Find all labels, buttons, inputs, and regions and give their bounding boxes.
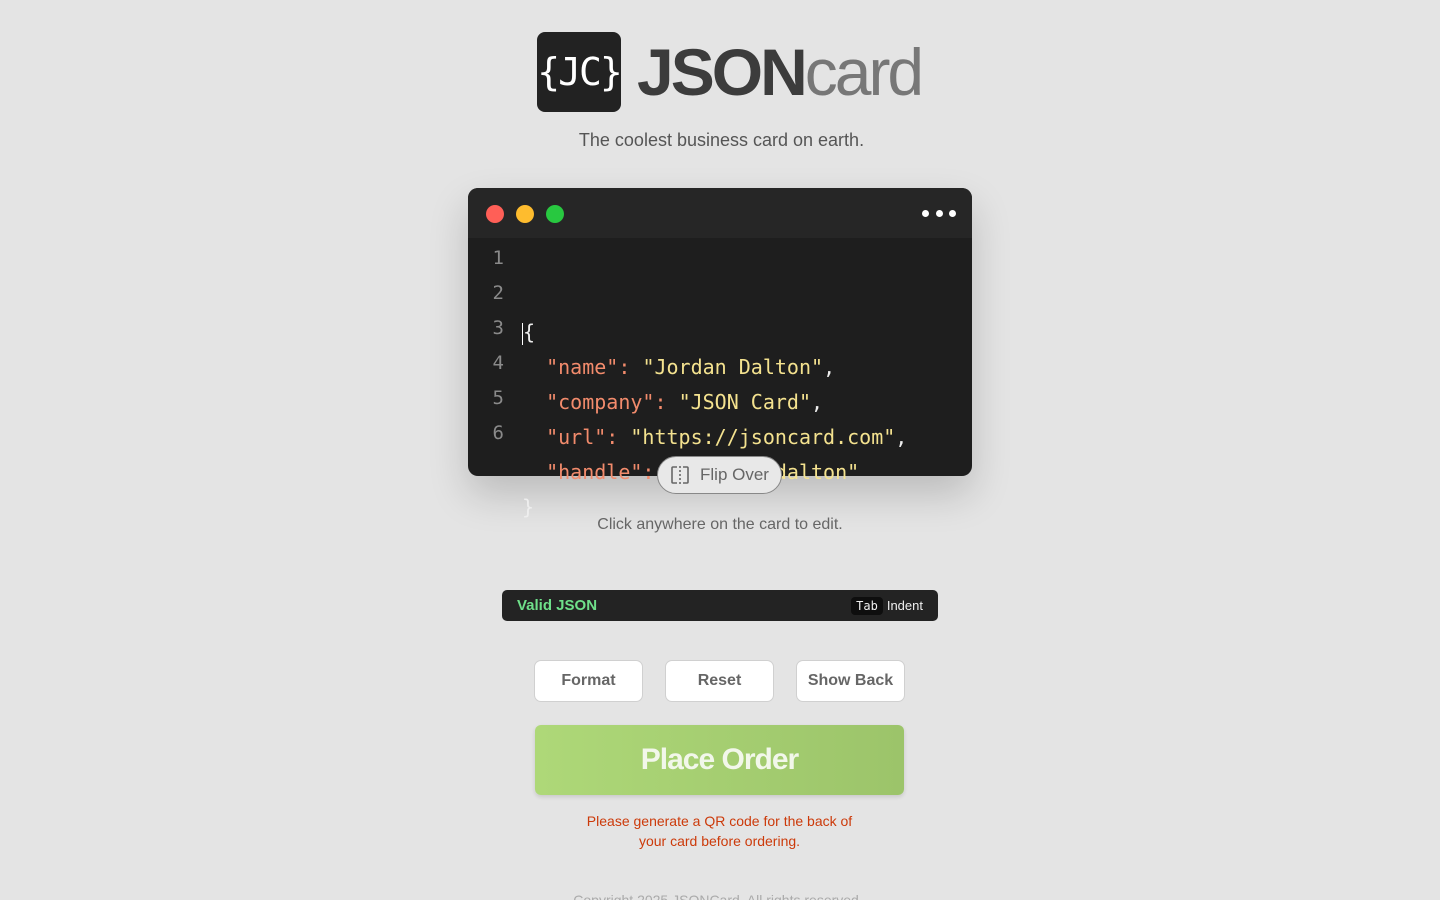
line-number: 1 <box>492 247 504 269</box>
line-number: 6 <box>492 422 504 444</box>
show-back-button[interactable]: Show Back <box>796 660 905 702</box>
green-dot-icon <box>546 205 564 223</box>
code-line: 2 "name": "Jordan Dalton", <box>468 280 972 379</box>
code-area[interactable]: 1 { 2 "name": "Jordan Dalton", 3 "compan… <box>468 245 972 519</box>
keyboard-hint-label: Indent <box>886 598 923 613</box>
code-line: 6 } <box>468 420 972 519</box>
code-line: 3 "company": "JSON Card", <box>468 315 972 414</box>
flip-icon <box>671 466 689 484</box>
format-button[interactable]: Format <box>534 660 643 702</box>
keyboard-hint: Tab Indent <box>851 596 923 615</box>
json-card-editor[interactable]: 1 { 2 "name": "Jordan Dalton", 3 "compan… <box>468 188 972 519</box>
error-message: Please generate a QR code for the back o… <box>586 813 853 849</box>
code-line: 4 "url": "https://jsoncard.com", <box>468 350 972 449</box>
flip-over-button[interactable]: Flip Over <box>657 456 782 494</box>
logo-wordmark-bold: JSON <box>637 35 808 109</box>
line-number: 4 <box>492 352 504 374</box>
logo-mark: {JC} <box>537 32 623 112</box>
reset-button[interactable]: Reset <box>665 660 774 702</box>
yellow-dot-icon <box>516 205 534 223</box>
json-key: "handle": <box>546 460 655 484</box>
more-icon[interactable] <box>922 202 956 224</box>
line-number: 3 <box>492 317 504 339</box>
tab-key: Tab <box>851 596 883 615</box>
place-order-button[interactable]: Place Order <box>535 725 904 795</box>
logo-wordmark: JSONcard <box>637 32 924 112</box>
logo: {JC} JSONcard <box>537 32 924 112</box>
validation-status: Valid JSON <box>517 597 598 614</box>
editor-titlebar <box>468 188 972 238</box>
copyright: Copyright 2025 JSONCard. All rights rese… <box>573 892 863 900</box>
code-line: 1 { <box>468 245 972 345</box>
line-number: 5 <box>492 387 504 409</box>
line-number: 2 <box>492 282 504 304</box>
red-dot-icon <box>486 205 504 223</box>
edit-hint: Click anywhere on the card to edit. <box>597 516 843 533</box>
code-line: 5 "handle": "@jordankdalton" <box>468 385 972 484</box>
logo-wordmark-light: card <box>804 35 924 109</box>
flip-over-label: Flip Over <box>700 465 769 484</box>
tagline: The coolest business card on earth. <box>578 130 865 150</box>
validation-status-bar: Valid JSON Tab Indent <box>502 590 938 621</box>
